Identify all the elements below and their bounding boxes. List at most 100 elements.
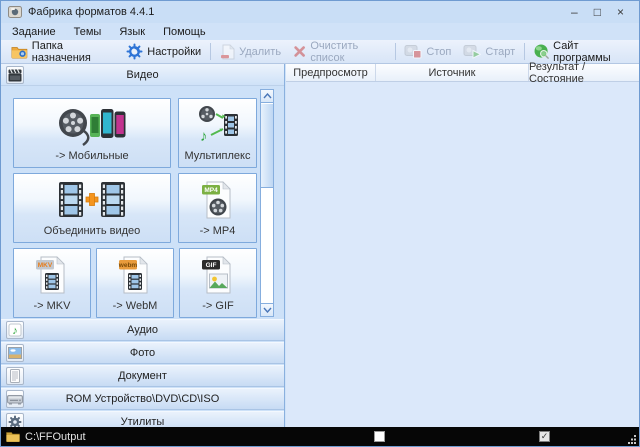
video-to-webm-label: -> WebM — [97, 300, 173, 317]
status-bar: C:\FFOutput ✓ — [1, 427, 639, 446]
task-table-header: Предпросмотр Источник Результат / Состоя… — [286, 64, 639, 82]
disc-drive-icon — [6, 390, 24, 408]
stop-icon — [404, 44, 422, 59]
video-to-mp4-label: -> MP4 — [179, 225, 256, 242]
delete-button[interactable]: Удалить — [214, 41, 287, 63]
gif-file-icon: GIF — [200, 254, 236, 296]
app-icon — [8, 5, 22, 19]
video-mux-label: Мультиплекс — [179, 150, 256, 167]
stop-label: Стоп — [426, 46, 451, 58]
svg-text:MKV: MKV — [38, 262, 53, 269]
minimize-button[interactable]: – — [571, 6, 578, 18]
clear-list-button[interactable]: Очистить список — [287, 41, 391, 63]
svg-text:webm: webm — [118, 262, 138, 269]
video-to-mobile-button[interactable]: -> Мобильные — [13, 98, 171, 168]
mkv-file-icon: MKV — [34, 254, 70, 296]
section-video-header[interactable]: Видео — [1, 64, 284, 86]
photo-icon — [6, 344, 24, 362]
section-utilities[interactable]: Утилиты — [1, 411, 284, 427]
section-utilities-label: Утилиты — [1, 416, 284, 427]
svg-text:♪: ♪ — [200, 128, 208, 145]
chevron-down-icon — [263, 307, 272, 313]
video-to-gif-label: -> GIF — [180, 300, 256, 317]
webm-file-icon: webm — [117, 254, 153, 296]
website-button[interactable]: Сайт программы — [528, 41, 635, 63]
delete-label: Удалить — [239, 46, 281, 58]
toolbar-separator — [395, 43, 396, 60]
mp4-file-icon: MP4 — [200, 179, 236, 221]
dest-folder-label: Папка назначения — [32, 40, 114, 64]
section-audio[interactable]: ♪ Аудио — [1, 319, 284, 341]
settings-label: Настройки — [147, 46, 201, 58]
output-folder-icon — [6, 431, 20, 442]
video-grid-scrollbar[interactable] — [260, 89, 274, 317]
gear-icon — [126, 43, 143, 60]
status-checkbox-unchecked[interactable] — [374, 431, 385, 442]
toolbar-separator — [524, 43, 525, 60]
chevron-up-icon — [263, 93, 272, 99]
video-to-webm-button[interactable]: webm -> WebM — [96, 248, 174, 318]
settings-button[interactable]: Настройки — [120, 41, 207, 63]
task-list-panel: Предпросмотр Источник Результат / Состоя… — [286, 64, 639, 427]
svg-text:♪: ♪ — [12, 325, 18, 337]
column-header-result[interactable]: Результат / Состояние — [529, 64, 639, 81]
section-rom-device[interactable]: ROM Устройство\DVD\CD\ISO — [1, 388, 284, 410]
dest-folder-button[interactable]: Папка назначения — [5, 41, 120, 63]
clear-icon — [293, 44, 306, 59]
video-to-mobile-label: -> Мобильные — [14, 150, 170, 167]
video-to-mkv-label: -> MKV — [14, 300, 90, 317]
scrollbar-thumb[interactable] — [261, 104, 273, 188]
menu-themes[interactable]: Темы — [74, 26, 102, 38]
folder-icon — [11, 44, 28, 59]
close-button[interactable]: × — [617, 6, 624, 18]
globe-icon — [534, 43, 549, 60]
menu-language[interactable]: Язык — [119, 26, 145, 38]
video-options-grid: -> Мобильные ♪ — [1, 87, 284, 319]
menu-bar: Задание Темы Язык Помощь — [1, 23, 639, 40]
toolbar-separator — [210, 43, 211, 60]
category-accordion: ♪ Аудио Фото — [1, 319, 284, 427]
video-mux-button[interactable]: ♪ — [178, 98, 257, 168]
column-header-source[interactable]: Источник — [376, 64, 529, 81]
video-join-button[interactable]: Объединить видео — [13, 173, 171, 243]
video-join-label: Объединить видео — [14, 225, 170, 242]
tools-gear-icon — [6, 413, 24, 427]
section-video-label: Видео — [1, 69, 284, 81]
output-path[interactable]: C:\FFOutput — [25, 431, 86, 443]
status-checkbox-checked[interactable]: ✓ — [539, 431, 550, 442]
svg-text:GIF: GIF — [206, 262, 217, 269]
start-icon — [463, 44, 481, 59]
music-note-icon: ♪ — [6, 321, 24, 339]
scroll-down-button[interactable] — [261, 303, 273, 316]
menu-task[interactable]: Задание — [12, 26, 56, 38]
document-icon — [6, 367, 24, 385]
join-video-icon — [59, 180, 125, 220]
video-to-mp4-button[interactable]: MP4 -> MP4 — [178, 173, 257, 243]
column-header-preview[interactable]: Предпросмотр — [286, 64, 376, 81]
title-bar: Фабрика форматов 4.4.1 – □ × — [1, 1, 639, 23]
video-to-mkv-button[interactable]: MKV -> MKV — [13, 248, 91, 318]
section-photo-label: Фото — [1, 347, 284, 359]
mux-icon: ♪ — [197, 105, 239, 145]
section-photo[interactable]: Фото — [1, 342, 284, 364]
category-panel: Видео — [1, 64, 285, 427]
section-audio-label: Аудио — [1, 324, 284, 336]
scroll-up-button[interactable] — [261, 90, 273, 103]
stop-button[interactable]: Стоп — [398, 41, 457, 63]
clapperboard-icon — [6, 66, 24, 84]
resize-grip-icon[interactable] — [627, 434, 637, 444]
clear-list-label: Очистить список — [310, 40, 385, 64]
section-document-label: Документ — [1, 370, 284, 382]
app-window: Фабрика форматов 4.4.1 – □ × Задание Тем… — [0, 0, 640, 447]
video-to-gif-button[interactable]: GIF -> GIF — [179, 248, 257, 318]
section-document[interactable]: Документ — [1, 365, 284, 387]
start-label: Старт — [485, 46, 515, 58]
main-area: Видео — [1, 64, 639, 427]
svg-text:MP4: MP4 — [204, 187, 218, 194]
menu-help[interactable]: Помощь — [163, 26, 206, 38]
start-button[interactable]: Старт — [457, 41, 521, 63]
task-table-body[interactable] — [286, 82, 639, 427]
maximize-button[interactable]: □ — [594, 6, 601, 18]
mobile-devices-icon — [57, 104, 127, 146]
section-rom-label: ROM Устройство\DVD\CD\ISO — [1, 393, 284, 405]
